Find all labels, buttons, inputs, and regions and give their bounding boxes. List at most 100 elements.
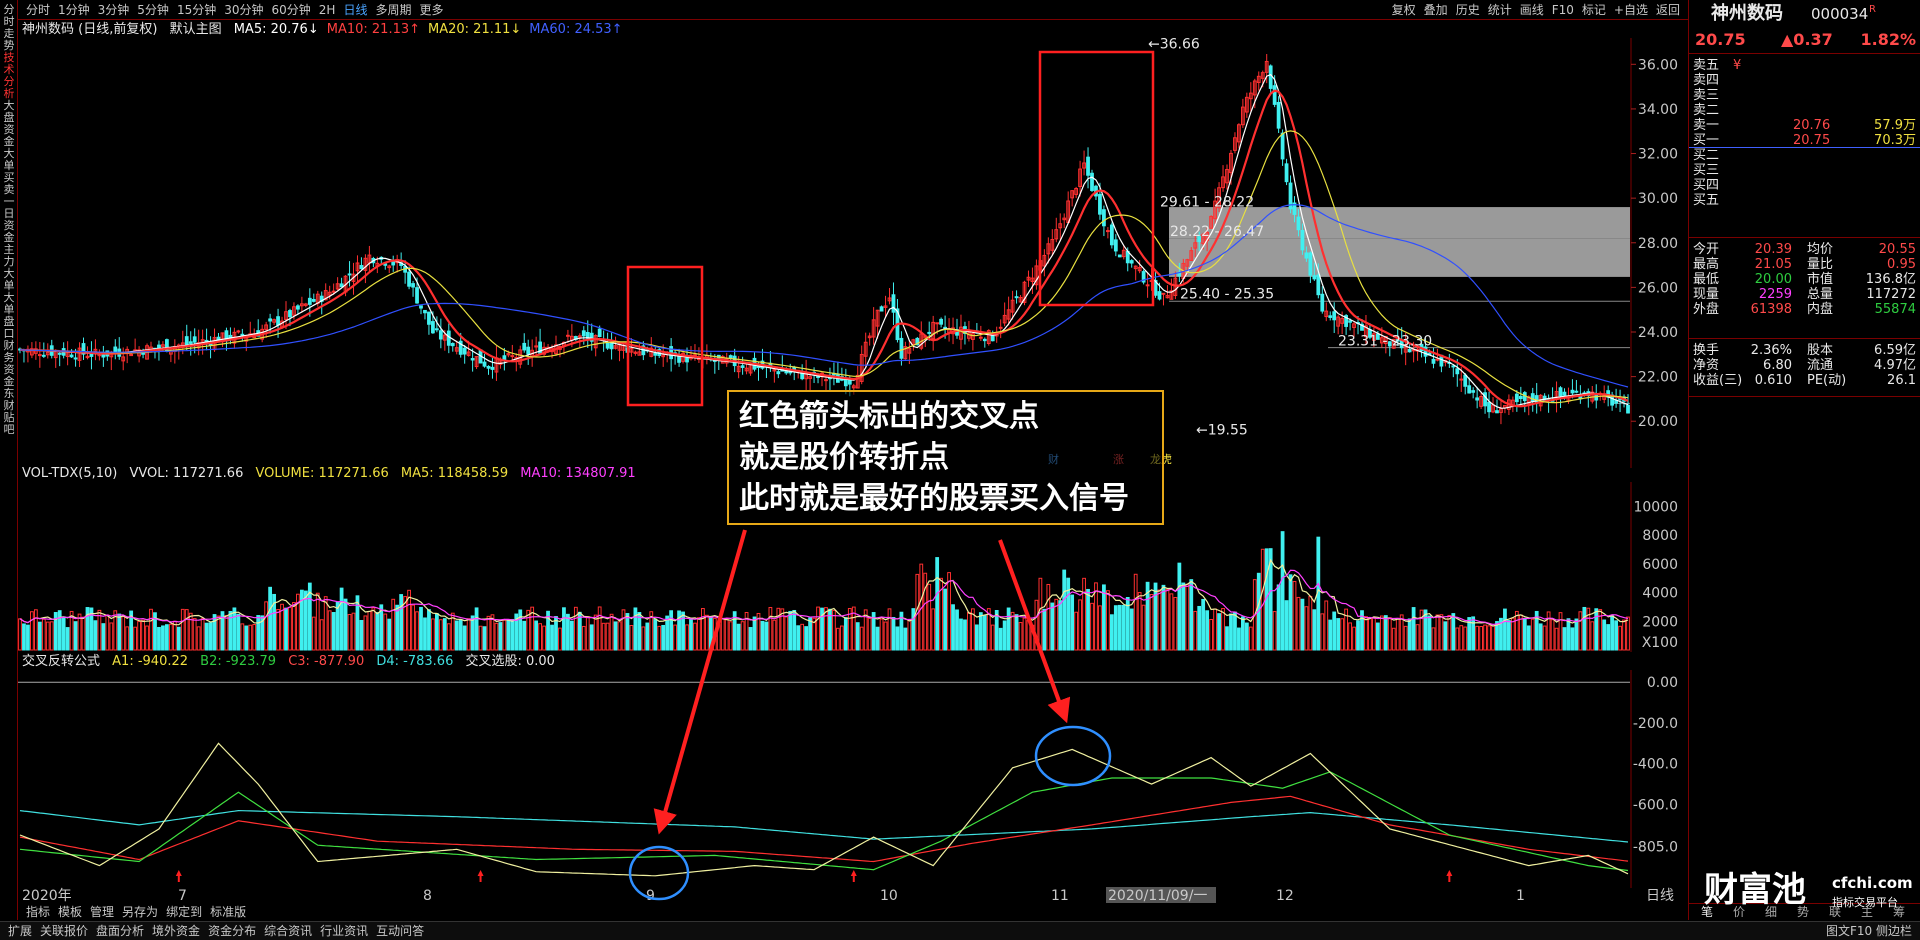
bottom-tab-3[interactable]: 另存为 <box>122 905 158 919</box>
left-tab-7[interactable]: 财务资金 <box>1 340 17 388</box>
statusbar-item-1[interactable]: 关联报价 <box>40 924 88 938</box>
toolbar-right-8[interactable]: 返回 <box>1656 0 1680 20</box>
volume-bar <box>311 616 316 651</box>
orderbook-row: 买三 <box>1693 163 1916 178</box>
statusbar-right[interactable]: 图文F10 侧边栏 <box>1826 922 1912 940</box>
statusbar-item-3[interactable]: 境外资金 <box>152 924 200 938</box>
indicator-chart[interactable]: 0.00 -200.0 -400.0 -600.0 -805.0 <box>18 670 1688 888</box>
period-tab-4[interactable]: 15分钟 <box>177 0 216 20</box>
candle-body <box>1312 275 1317 280</box>
volume-bar <box>395 604 400 651</box>
statusbar-item-2[interactable]: 盘面分析 <box>96 924 144 938</box>
period-label[interactable]: 日线 <box>1646 888 1674 904</box>
main-chart-label[interactable]: 默认主图 <box>170 22 222 37</box>
statusbar-item-6[interactable]: 行业资讯 <box>320 924 368 938</box>
toolbar-right-4[interactable]: 画线 <box>1520 0 1544 20</box>
volume-bar <box>1447 614 1452 651</box>
statusbar-item-4[interactable]: 资金分布 <box>208 924 256 938</box>
volume-bar <box>879 618 884 651</box>
period-tab-0[interactable]: 分时 <box>26 0 50 20</box>
volume-bar <box>589 624 594 651</box>
toolbar-right-3[interactable]: 统计 <box>1488 0 1512 20</box>
statusbar-item-7[interactable]: 互动问答 <box>376 924 424 938</box>
volume-bar <box>1078 599 1082 651</box>
left-tab-4[interactable]: 一日资金 <box>1 196 17 244</box>
bottom-tab-1[interactable]: 模板 <box>58 905 82 919</box>
period-tab-6[interactable]: 60分钟 <box>272 0 311 20</box>
volume-bar <box>26 624 30 651</box>
volume-bar <box>554 616 558 651</box>
toolbar-right-6[interactable]: 标记 <box>1582 0 1606 20</box>
left-tab-3[interactable]: 大单买卖 <box>1 148 17 196</box>
volume-bar <box>792 609 797 651</box>
period-tab-2[interactable]: 3分钟 <box>98 0 130 20</box>
period-tab-10[interactable]: 更多 <box>419 0 443 20</box>
stats2-value: 6.80 <box>1763 358 1792 373</box>
bottom-tab-2[interactable]: 管理 <box>90 905 114 919</box>
volume-bar <box>65 627 70 651</box>
toolbar-right-2[interactable]: 历史 <box>1456 0 1480 20</box>
orderbook-volume: 57.9万 <box>1874 118 1916 133</box>
candle-body <box>927 331 932 334</box>
period-tab-9[interactable]: 多周期 <box>375 0 411 20</box>
volume-bar <box>244 625 249 651</box>
volume-bar <box>1312 609 1317 651</box>
left-tab-8[interactable]: 东财贴吧 <box>1 388 17 436</box>
bottom-tab-0[interactable]: 指标 <box>26 905 50 919</box>
bottom-tab-4[interactable]: 绑定到 <box>166 905 202 919</box>
volume-bar <box>1510 617 1515 651</box>
indicator-title: 交叉反转公式 <box>22 654 101 669</box>
volume-bar <box>1626 616 1630 651</box>
volume-bar <box>1074 611 1079 651</box>
toolbar-right-1[interactable]: 叠加 <box>1424 0 1448 20</box>
volume-bar <box>1526 625 1531 651</box>
volume-bar <box>903 627 908 651</box>
volume-bar <box>224 615 229 651</box>
volume-bar <box>1010 611 1015 651</box>
volume-bar <box>947 572 951 651</box>
volume-bar <box>176 626 181 651</box>
candle-body <box>609 342 614 350</box>
x-axis-label: 11 <box>1051 888 1069 904</box>
toolbar-right-5[interactable]: F10 <box>1552 0 1574 20</box>
volume-bar <box>1391 627 1396 651</box>
volume-bar <box>387 618 392 651</box>
candle-body <box>510 355 515 358</box>
left-tab-5[interactable]: 主力大单 <box>1 244 17 292</box>
bottom-tab-5[interactable]: 标准版 <box>210 905 246 919</box>
volume-bar <box>276 608 280 651</box>
period-tab-7[interactable]: 2H <box>319 0 336 20</box>
candle-body <box>407 271 411 287</box>
candle-body <box>73 357 78 360</box>
period-tab-3[interactable]: 5分钟 <box>137 0 169 20</box>
volume-bar <box>327 610 332 651</box>
toolbar-right-0[interactable]: 复权 <box>1392 0 1416 20</box>
price-annotation: ←19.55 <box>1196 423 1248 439</box>
volume-bar <box>415 611 419 651</box>
left-tab-2[interactable]: 大盘资金 <box>1 100 17 148</box>
period-tab-5[interactable]: 30分钟 <box>224 0 263 20</box>
volume-bar <box>1375 622 1380 651</box>
left-tab-0[interactable]: 分时走势 <box>1 4 17 52</box>
candle-body <box>1332 311 1337 321</box>
orderbook-row: 买四 <box>1693 178 1916 193</box>
period-tab-8[interactable]: 日线 <box>343 0 367 20</box>
statusbar-item-5[interactable]: 综合资讯 <box>264 924 312 938</box>
period-tab-1[interactable]: 1分钟 <box>58 0 90 20</box>
volume-bar <box>562 607 566 651</box>
stats-label: 最低 <box>1693 272 1720 287</box>
volume-chart[interactable]: 10000 8000 6000 4000 2000 X100 <box>18 482 1688 652</box>
statusbar-item-0[interactable]: 扩展 <box>8 924 32 938</box>
candle-body <box>1435 358 1440 361</box>
ma-legend-ma10: MA10: 21.13↑ <box>326 22 421 37</box>
toolbar-right-7[interactable]: +自选 <box>1614 0 1648 20</box>
candle-body <box>1455 368 1460 375</box>
left-tab-1[interactable]: 技术分析 <box>1 52 17 100</box>
candle-body <box>597 328 602 337</box>
stats-value: 136.8亿 <box>1865 272 1916 287</box>
volume-bar <box>875 626 880 651</box>
volume-bar <box>1328 619 1333 651</box>
left-tab-6[interactable]: 大单盘口 <box>1 292 17 340</box>
volume-bar <box>641 626 646 651</box>
candle-body <box>1487 401 1491 413</box>
